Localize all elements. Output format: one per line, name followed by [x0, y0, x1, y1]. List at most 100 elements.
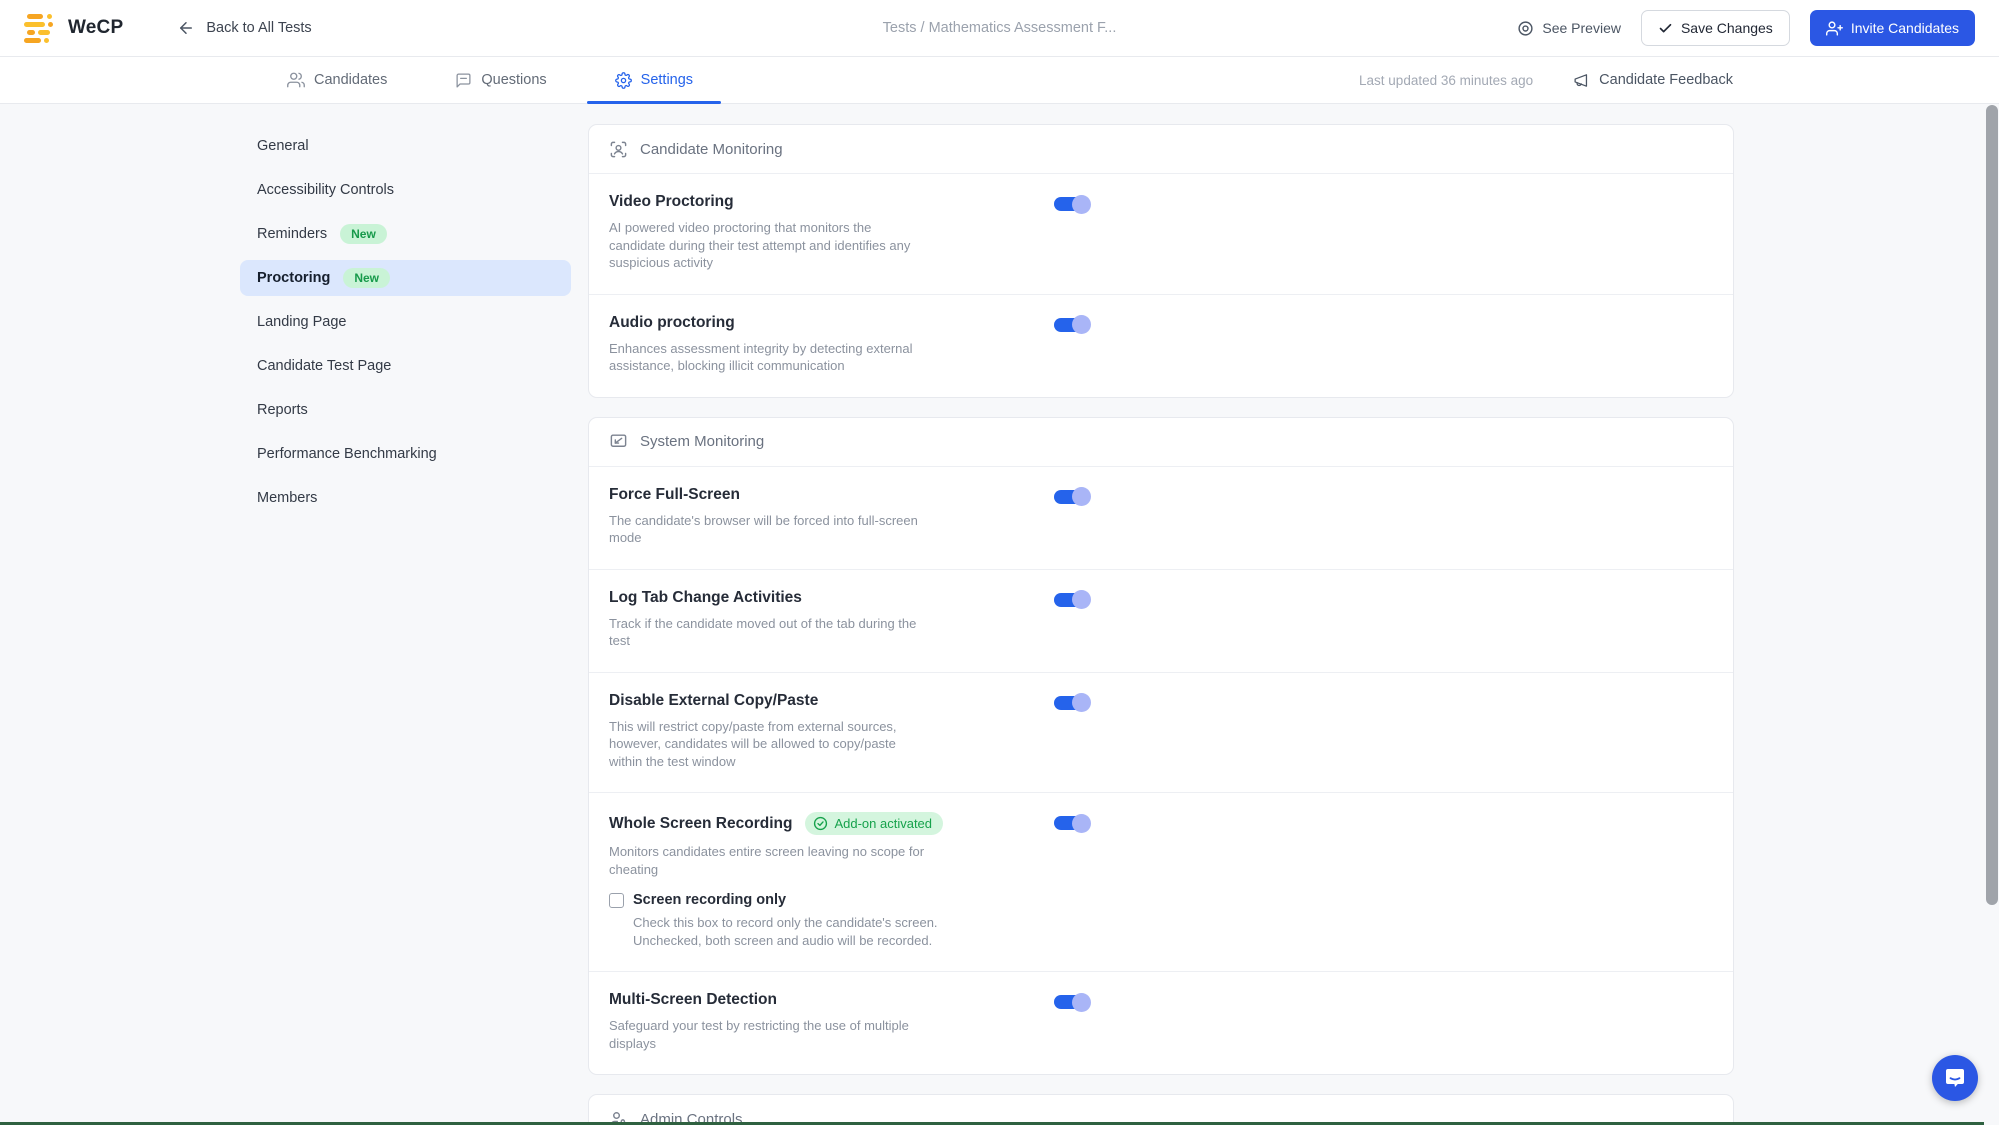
toggle-knob [1072, 813, 1091, 833]
tab-questions[interactable]: Questions [427, 57, 574, 103]
megaphone-icon [1573, 72, 1590, 89]
tab-candidates[interactable]: Candidates [259, 57, 415, 103]
screen-recording-only-checkbox[interactable] [609, 892, 624, 908]
setting-title: Multi-Screen Detection [609, 991, 777, 1008]
new-badge: New [340, 224, 387, 244]
settings-main: Candidate Monitoring Video Proctoring AI… [588, 124, 1734, 1125]
section-header: Admin Controls [589, 1095, 1733, 1125]
top-header: WeCP Back to All Tests Tests / Mathemati… [0, 0, 1999, 57]
sidebar-item-label: Performance Benchmarking [257, 446, 437, 462]
section-header: Candidate Monitoring [589, 125, 1733, 174]
last-updated-text: Last updated 36 minutes ago [1359, 72, 1534, 88]
setting-title: Log Tab Change Activities [609, 588, 802, 606]
setting-description: Track if the candidate moved out of the … [609, 615, 917, 649]
back-to-all-tests-link[interactable]: Back to All Tests [177, 19, 312, 37]
toggle-disable-external-copy-paste[interactable] [1054, 693, 1091, 712]
tab-label: Candidates [314, 72, 388, 88]
toggle-knob [1072, 315, 1091, 334]
arrow-left-icon [177, 19, 195, 37]
sidebar-item-label: Accessibility Controls [257, 182, 394, 198]
setting-title: Video Proctoring [609, 193, 734, 210]
tab-label: Questions [481, 72, 547, 88]
sub-option: Screen recording only Check this box to … [609, 892, 1713, 949]
vertical-scrollbar-thumb[interactable] [1986, 105, 1998, 905]
settings-sidebar: General Accessibility Controls Reminders… [240, 128, 571, 524]
toggle-force-full-screen[interactable] [1054, 487, 1091, 506]
sidebar-item-candidate-test-page[interactable]: Candidate Test Page [240, 348, 571, 384]
new-badge: New [343, 268, 390, 288]
test-tabbar: Candidates Questions Settings Last updat… [0, 57, 1999, 104]
sidebar-item-label: Members [257, 490, 318, 506]
toggle-knob [1072, 693, 1091, 712]
sidebar-item-accessibility-controls[interactable]: Accessibility Controls [240, 172, 571, 208]
back-link-label: Back to All Tests [206, 20, 312, 36]
section-admin-controls: Admin Controls Limit for Permissible Vio… [588, 1094, 1734, 1125]
setting-row-disable-external-copy-paste: Disable External Copy/Paste This will re… [589, 671, 1733, 793]
sidebar-item-performance-benchmarking[interactable]: Performance Benchmarking [240, 436, 571, 472]
screen-share-icon [609, 432, 628, 451]
toggle-whole-screen-recording[interactable] [1054, 813, 1091, 833]
comment-icon [455, 72, 472, 89]
setting-description: This will restrict copy/paste from exter… [609, 718, 897, 769]
invite-candidates-button[interactable]: Invite Candidates [1809, 10, 1975, 46]
section-system-monitoring: System Monitoring Force Full-Screen The … [588, 416, 1734, 1075]
setting-title: Whole Screen Recording [609, 814, 793, 832]
setting-row-log-tab-change-activities: Log Tab Change Activities Track if the c… [589, 568, 1733, 672]
toggle-log-tab-change-activities[interactable] [1054, 590, 1091, 609]
user-plus-icon [1825, 20, 1843, 37]
toggle-multi-screen-detection[interactable] [1054, 992, 1091, 1012]
setting-row-audio-proctoring: Audio proctoring Enhances assessment int… [589, 293, 1733, 397]
users-icon [287, 71, 305, 89]
section-candidate-monitoring: Candidate Monitoring Video Proctoring AI… [588, 124, 1734, 398]
breadcrumb: Tests / Mathematics Assessment F... [882, 20, 1117, 36]
toggle-audio-proctoring[interactable] [1054, 315, 1091, 334]
save-changes-button[interactable]: Save Changes [1640, 10, 1790, 46]
toggle-video-proctoring[interactable] [1054, 194, 1091, 214]
brand-name: WeCP [68, 17, 124, 38]
eye-icon [1517, 20, 1534, 37]
setting-description: Safeguard your test by restricting the u… [609, 1018, 909, 1051]
sidebar-item-reports[interactable]: Reports [240, 392, 571, 428]
setting-row-multi-screen-detection: Multi-Screen Detection Safeguard your te… [589, 971, 1733, 1074]
section-title: Candidate Monitoring [640, 140, 783, 158]
sidebar-item-general[interactable]: General [240, 128, 571, 164]
setting-description: Enhances assessment integrity by detecti… [609, 340, 913, 374]
toggle-knob [1072, 487, 1091, 506]
candidate-feedback-link[interactable]: Candidate Feedback [1573, 72, 1733, 89]
check-circle-icon [813, 816, 828, 831]
setting-title: Force Full-Screen [609, 485, 740, 503]
setting-row-whole-screen-recording: Whole Screen Recording Add-on activated … [589, 792, 1733, 971]
sub-option-label: Screen recording only [633, 892, 787, 908]
setting-description: Monitors candidates entire screen leavin… [609, 844, 925, 877]
sidebar-item-label: Proctoring [257, 270, 331, 286]
addon-activated-badge: Add-on activated [805, 812, 944, 835]
check-icon [1658, 21, 1673, 36]
setting-description: AI powered video proctoring that monitor… [609, 220, 911, 270]
tab-settings[interactable]: Settings [586, 57, 722, 104]
setting-title: Audio proctoring [609, 313, 735, 331]
section-title: System Monitoring [640, 433, 765, 450]
see-preview-button[interactable]: See Preview [1517, 20, 1621, 37]
wecp-logo[interactable]: WeCP [24, 13, 124, 43]
toggle-knob [1072, 194, 1091, 214]
setting-description: The candidate's browser will be forced i… [609, 512, 918, 546]
toggle-knob [1072, 992, 1091, 1012]
sidebar-item-label: Reports [257, 402, 308, 418]
tab-label: Settings [640, 72, 694, 88]
sidebar-item-members[interactable]: Members [240, 480, 571, 516]
setting-row-force-full-screen: Force Full-Screen The candidate's browse… [589, 467, 1733, 569]
wecp-logo-icon [24, 13, 58, 43]
setting-title: Disable External Copy/Paste [609, 691, 819, 709]
sub-option-description: Check this box to record only the candid… [633, 915, 938, 948]
sidebar-item-proctoring[interactable]: Proctoring New [240, 260, 571, 296]
user-scan-icon [609, 140, 628, 159]
sidebar-item-reminders[interactable]: Reminders New [240, 216, 571, 252]
sidebar-item-label: Landing Page [257, 314, 347, 330]
chat-launcher-button[interactable] [1932, 1055, 1978, 1101]
toggle-knob [1072, 590, 1091, 609]
see-preview-label: See Preview [1542, 20, 1621, 36]
sidebar-item-landing-page[interactable]: Landing Page [240, 304, 571, 340]
sidebar-item-label: Candidate Test Page [257, 358, 392, 374]
gear-icon [614, 71, 632, 89]
sidebar-item-label: General [257, 138, 309, 154]
